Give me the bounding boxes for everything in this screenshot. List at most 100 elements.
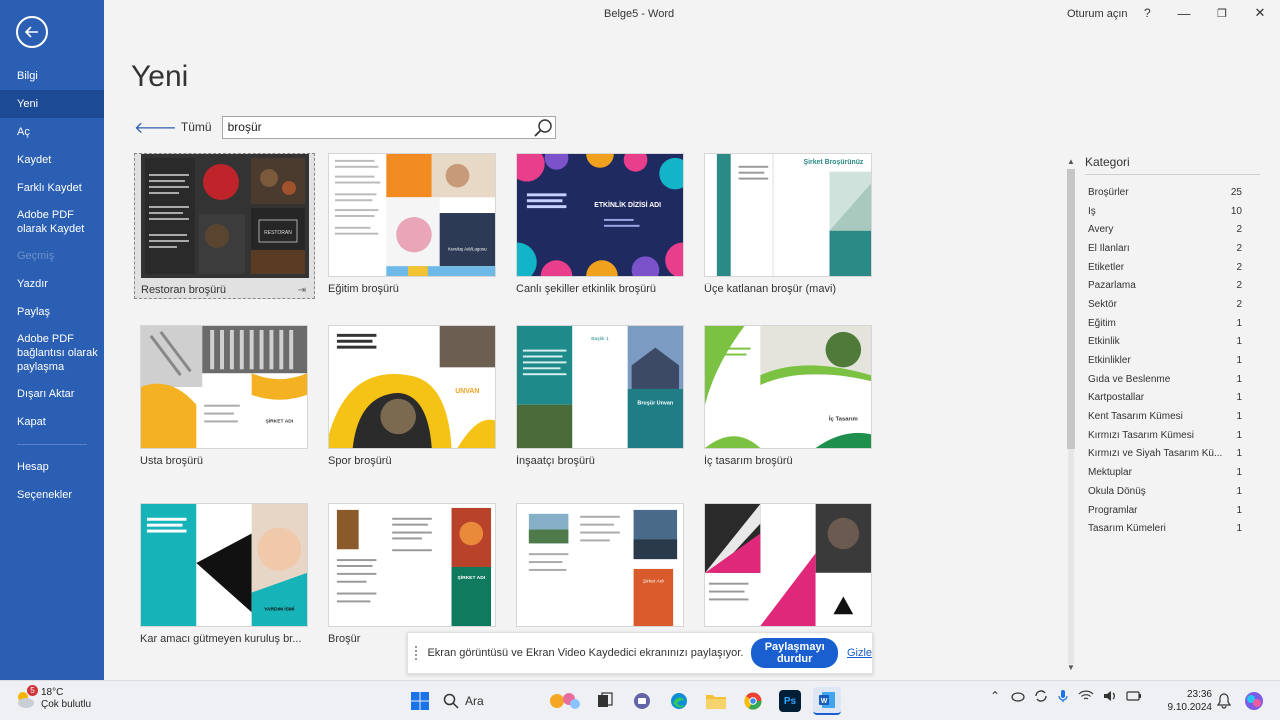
scroll-down-icon[interactable]: ▼	[1066, 663, 1076, 673]
nav-item-info[interactable]: Bilgi	[0, 62, 104, 90]
category-count: 1	[1236, 485, 1242, 497]
restore-button[interactable]: ❐	[1212, 4, 1232, 22]
battery-icon[interactable]	[1126, 690, 1142, 702]
template-search-input[interactable]	[222, 116, 523, 138]
help-button[interactable]: ?	[1144, 6, 1151, 20]
category-heading: Kategori	[1085, 155, 1260, 175]
windows-start-icon[interactable]	[406, 687, 434, 715]
speaker-icon[interactable]	[1103, 690, 1117, 702]
category-name: Sektör	[1088, 298, 1117, 310]
nav-item-print[interactable]: Yazdır	[0, 270, 104, 298]
category-count: 2	[1236, 261, 1242, 273]
category-item[interactable]: Kent Tasarım Kümesi 1	[1085, 407, 1260, 426]
nav-item-close[interactable]: Kapat	[0, 408, 104, 436]
stop-sharing-button[interactable]: Paylaşmayı durdur	[751, 638, 838, 668]
wifi-icon[interactable]	[1078, 690, 1094, 702]
template-tile[interactable]: RESTORAN Restoran broşürü ⇥	[134, 153, 315, 299]
taskbar-search[interactable]: Ara	[443, 687, 583, 715]
nav-item-save-as[interactable]: Farklı Kaydet	[0, 174, 104, 202]
photoshop-icon[interactable]: Ps	[779, 690, 801, 712]
weather-badge: 5	[27, 685, 38, 696]
category-name: Tasarım Kümeleri	[1088, 523, 1166, 535]
back-button[interactable]	[16, 16, 48, 48]
weather-widget[interactable]: 5 18°C Çok bulutlu	[14, 685, 91, 711]
category-list: Broşürler 25 İş 10 Avery 2 El İlanları 2 Etiketl…	[1085, 183, 1260, 538]
clock-time: 23:36	[1186, 689, 1212, 700]
sync-icon[interactable]	[1034, 689, 1048, 703]
pin-icon[interactable]: ⇥	[298, 285, 306, 296]
taskbar-apps: Ara Ps W	[406, 687, 850, 715]
category-count: 10	[1230, 205, 1242, 217]
nav-item-share-adobe-pdf-link[interactable]: Adobe PDF bağlantısı olarak paylaşma	[0, 326, 104, 380]
task-view-icon[interactable]	[591, 687, 619, 715]
category-count: 2	[1236, 298, 1242, 310]
category-name: Kartpostallar	[1088, 392, 1145, 404]
nav-item-open[interactable]: Aç	[0, 118, 104, 146]
taskbar-clock[interactable]: 23:36 9.10.2024	[1166, 688, 1213, 714]
nav-item-new[interactable]: Yeni	[0, 90, 104, 118]
nav-item-share[interactable]: Paylaş	[0, 298, 104, 326]
category-item[interactable]: Programlar 1	[1085, 501, 1260, 520]
category-item[interactable]: Etiketler 2	[1085, 258, 1260, 277]
nav-item-export[interactable]: Dışarı Aktar	[0, 380, 104, 408]
arrow-left-icon	[24, 26, 38, 38]
scroll-up-icon[interactable]: ▲	[1066, 157, 1076, 167]
category-name: Programlar	[1088, 504, 1138, 516]
back-to-all-link[interactable]: 🡐 Tümü	[134, 117, 212, 138]
thumb-text: Şirket Adı	[643, 579, 665, 585]
template-thumbnail: İç Tasarım	[704, 325, 872, 449]
category-count: 1	[1236, 392, 1242, 404]
weather-temp: 18°C	[41, 687, 64, 698]
category-item[interactable]: Pazarlama 2	[1085, 276, 1260, 295]
nav-item-account[interactable]: Hesap	[0, 453, 104, 481]
title-bar: Belge5 - Word Oturum açın ? — ❐ ✕	[104, 0, 1280, 28]
nav-item-save[interactable]: Kaydet	[0, 146, 104, 174]
chrome-icon[interactable]	[739, 687, 767, 715]
template-scrollbar[interactable]: ▲ ▼	[1065, 155, 1077, 677]
sharing-message: Ekran görüntüsü ve Ekran Video Kaydedici…	[427, 647, 744, 659]
close-button[interactable]: ✕	[1250, 4, 1270, 22]
category-item[interactable]: Gıda ve Beslenme 1	[1085, 370, 1260, 389]
category-item[interactable]: Kırmızı ve Siyah Tasarım Kü... 1	[1085, 445, 1260, 464]
page-title: Yeni	[131, 60, 189, 93]
minimize-button[interactable]: —	[1174, 4, 1194, 22]
search-icon[interactable]	[533, 118, 553, 138]
hide-link[interactable]: Gizle	[847, 647, 872, 659]
category-item[interactable]: El İlanları 2	[1085, 239, 1260, 258]
word-icon[interactable]: W	[813, 687, 841, 715]
template-label: Eğitim broşürü	[328, 283, 399, 295]
nav-item-save-as-adobe-pdf[interactable]: Adobe PDF olarak Kaydet	[0, 202, 104, 242]
microphone-icon[interactable]	[1057, 689, 1069, 703]
file-explorer-icon[interactable]	[702, 687, 730, 715]
category-name: Etkinlikler	[1088, 355, 1131, 367]
category-item[interactable]: Sektör 2	[1085, 295, 1260, 314]
teams-chat-icon[interactable]	[628, 687, 656, 715]
category-item[interactable]: Etkinlik 1	[1085, 333, 1260, 352]
category-item[interactable]: Okula Dönüş 1	[1085, 482, 1260, 501]
category-item[interactable]: Kırmızı Tasarım Kümesi 1	[1085, 426, 1260, 445]
category-item[interactable]: Avery 2	[1085, 220, 1260, 239]
nav-item-options[interactable]: Seçenekler	[0, 481, 104, 509]
system-tray: ⌃	[990, 689, 1151, 703]
drag-handle-icon[interactable]	[415, 646, 419, 660]
category-count: 1	[1236, 317, 1242, 329]
nav-separator	[17, 444, 87, 445]
edge-icon[interactable]	[665, 687, 693, 715]
thumb-text: ETKİNLİK DİZİSİ ADI	[594, 200, 661, 209]
category-name: Pazarlama	[1088, 280, 1136, 292]
onedrive-icon[interactable]	[1009, 690, 1025, 702]
category-name: Okula Dönüş	[1088, 485, 1146, 497]
copilot-icon[interactable]	[1243, 690, 1265, 712]
category-item[interactable]: İş 10	[1085, 202, 1260, 221]
scrollbar-thumb[interactable]	[1067, 169, 1075, 449]
category-item[interactable]: Mektuplar 1	[1085, 463, 1260, 482]
notification-bell-icon[interactable]	[1217, 693, 1231, 709]
category-item[interactable]: Kartpostallar 1	[1085, 389, 1260, 408]
category-item[interactable]: Eğitim 1	[1085, 314, 1260, 333]
sign-in-link[interactable]: Oturum açın	[1067, 8, 1128, 20]
category-item[interactable]: Etkinlikler 1	[1085, 351, 1260, 370]
chevron-up-icon[interactable]: ⌃	[990, 689, 1000, 703]
thumb-text: UNVAN	[455, 388, 479, 395]
category-item[interactable]: Broşürler 25	[1085, 183, 1260, 202]
category-item[interactable]: Tasarım Kümeleri 1	[1085, 519, 1260, 538]
